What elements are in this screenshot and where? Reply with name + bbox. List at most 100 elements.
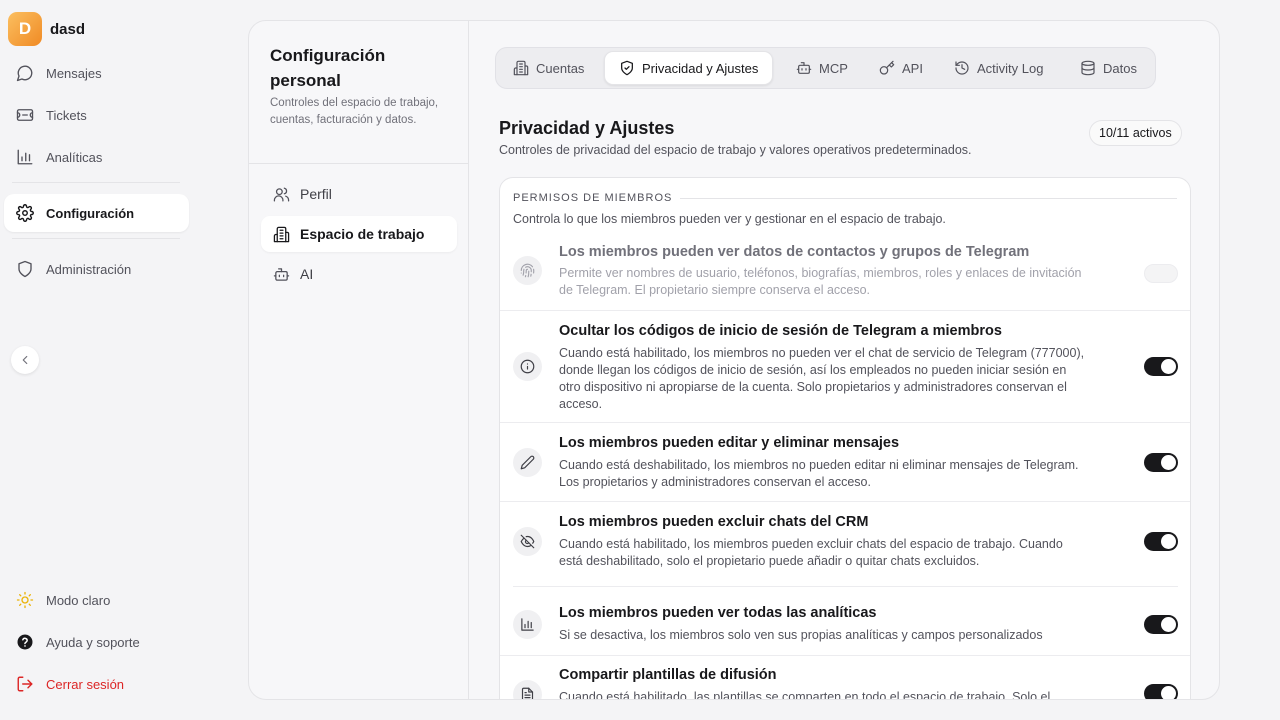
chart-icon <box>513 610 542 639</box>
fingerprint-icon <box>513 256 542 285</box>
sidebar-divider <box>12 238 180 239</box>
permission-description: Cuando está habilitado, los miembros pue… <box>559 537 1063 568</box>
permission-title: Compartir plantillas de difusión <box>559 667 777 683</box>
database-icon <box>1080 60 1096 76</box>
divider <box>680 198 1177 199</box>
section-title: Privacidad y Ajustes <box>499 118 675 138</box>
sidebar-item-analiticas[interactable]: Analíticas <box>4 138 189 176</box>
chevron-left-icon <box>18 353 32 367</box>
subnav-item-ai[interactable]: AI <box>261 256 457 292</box>
chart-icon <box>16 148 34 166</box>
logout-button[interactable]: Cerrar sesión <box>4 665 189 703</box>
tab-label: Privacidad y Ajustes <box>642 60 759 76</box>
workspace-switcher[interactable]: D dasd <box>8 12 85 46</box>
subnav-item-label: Espacio de trabajo <box>300 226 425 242</box>
settings-tabs: Cuentas Privacidad y Ajustes MCP API Act… <box>495 47 1156 89</box>
sidebar-item-tickets[interactable]: Tickets <box>4 96 189 134</box>
subnav-item-espacio-de-trabajo[interactable]: Espacio de trabajo <box>261 216 457 252</box>
settings-card: Configuración personal Controles del esp… <box>248 20 1220 700</box>
group-description: Controla lo que los miembros pueden ver … <box>513 212 946 226</box>
bot-icon <box>273 266 290 283</box>
permission-title: Los miembros pueden editar y eliminar me… <box>559 435 900 451</box>
building-icon <box>513 60 529 76</box>
permission-row: Compartir plantillas de difusión Cuando … <box>500 656 1190 700</box>
permission-description: Cuando está habilitado, los miembros no … <box>559 346 1085 411</box>
permission-title: Ocultar los códigos de inicio de sesión … <box>559 323 1002 339</box>
users-icon <box>273 186 290 203</box>
tab-privacidad-y-ajustes[interactable]: Privacidad y Ajustes <box>604 51 774 85</box>
permission-title: Los miembros pueden ver todas las analít… <box>559 605 877 621</box>
shield-check-icon <box>619 60 635 76</box>
pencil-icon <box>513 448 542 477</box>
info-icon <box>513 352 542 381</box>
tab-mcp[interactable]: MCP <box>782 51 862 85</box>
tab-activity-log[interactable]: Activity Log <box>940 51 1057 85</box>
file-icon <box>513 680 542 699</box>
sidebar-item-label: Mensajes <box>46 65 102 81</box>
message-icon <box>16 64 34 82</box>
sidebar-item-configuracion[interactable]: Configuración <box>4 194 189 232</box>
permission-toggle[interactable] <box>1144 453 1178 472</box>
sidebar-divider <box>12 182 180 183</box>
gear-icon <box>16 204 34 222</box>
subnav-item-label: Perfil <box>300 186 332 202</box>
key-icon <box>879 60 895 76</box>
settings-description: Controles del espacio de trabajo, cuenta… <box>270 97 439 126</box>
permission-description: Cuando está habilitado, las plantillas s… <box>559 690 1051 700</box>
history-icon <box>954 60 970 76</box>
member-permissions-panel: Permisos de miembros Controla lo que los… <box>499 177 1191 700</box>
shield-icon <box>16 260 34 278</box>
permission-row: Los miembros pueden excluir chats del CR… <box>500 502 1190 586</box>
logout-icon <box>16 675 34 693</box>
sidebar-item-label: Administración <box>46 261 132 277</box>
permission-title: Los miembros pueden ver datos de contact… <box>559 244 1030 260</box>
permission-toggle[interactable] <box>1144 615 1178 634</box>
permission-toggle[interactable] <box>1144 264 1178 283</box>
ticket-icon <box>16 106 34 124</box>
tab-label: Activity Log <box>977 60 1044 76</box>
tab-api[interactable]: API <box>865 51 937 85</box>
sidebar: D dasd Mensajes Tickets Analíticas Confi… <box>0 0 200 720</box>
help-support-link[interactable]: Ayuda y soporte <box>4 623 189 661</box>
sidebar-item-administracion[interactable]: Administración <box>4 250 189 288</box>
permission-toggle[interactable] <box>1144 532 1178 551</box>
sidebar-item-label: Configuración <box>46 205 135 221</box>
permission-title: Los miembros pueden excluir chats del CR… <box>559 514 869 530</box>
sidebar-item-mensajes[interactable]: Mensajes <box>4 54 189 92</box>
eye-off-icon <box>513 527 542 556</box>
permission-row: Ocultar los códigos de inicio de sesión … <box>500 311 1190 422</box>
theme-toggle[interactable]: Modo claro <box>4 581 189 619</box>
subnav-item-label: AI <box>300 266 314 282</box>
tab-cuentas[interactable]: Cuentas <box>499 51 598 85</box>
permission-description: Permite ver nombres de usuario, teléfono… <box>559 266 1082 297</box>
permission-description: Si se desactiva, los miembros solo ven s… <box>559 628 1043 642</box>
tab-label: MCP <box>819 60 848 76</box>
permission-row: Los miembros pueden editar y eliminar me… <box>500 423 1190 501</box>
sun-icon <box>16 591 34 609</box>
sidebar-item-label: Tickets <box>46 107 87 123</box>
divider <box>249 163 469 164</box>
sidebar-item-label: Cerrar sesión <box>46 676 125 692</box>
tab-label: Datos <box>1103 60 1137 76</box>
permission-toggle[interactable] <box>1144 357 1178 376</box>
active-count-badge: 10/11 activos <box>1089 120 1182 146</box>
subnav-item-perfil[interactable]: Perfil <box>261 176 457 212</box>
tab-datos[interactable]: Datos <box>1066 51 1151 85</box>
workspace-name: dasd <box>50 20 86 38</box>
settings-title: Configuración personal <box>270 46 386 90</box>
permission-row: Los miembros pueden ver datos de contact… <box>500 242 1190 310</box>
bot-icon <box>796 60 812 76</box>
tab-label: API <box>902 60 923 76</box>
sidebar-item-label: Ayuda y soporte <box>46 634 140 650</box>
collapse-sidebar-button[interactable] <box>11 346 39 374</box>
group-label: Permisos de miembros <box>513 192 673 204</box>
permission-row: Los miembros pueden ver todas las analít… <box>500 587 1190 655</box>
building-icon <box>273 226 290 243</box>
settings-subnav: Configuración personal Controles del esp… <box>249 21 469 699</box>
sidebar-item-label: Modo claro <box>46 592 111 608</box>
permission-toggle[interactable] <box>1144 684 1178 699</box>
permission-description: Cuando está deshabilitado, los miembros … <box>559 458 1079 489</box>
sidebar-item-label: Analíticas <box>46 149 103 165</box>
section-subtitle: Controles de privacidad del espacio de t… <box>499 143 972 157</box>
help-icon <box>16 633 34 651</box>
